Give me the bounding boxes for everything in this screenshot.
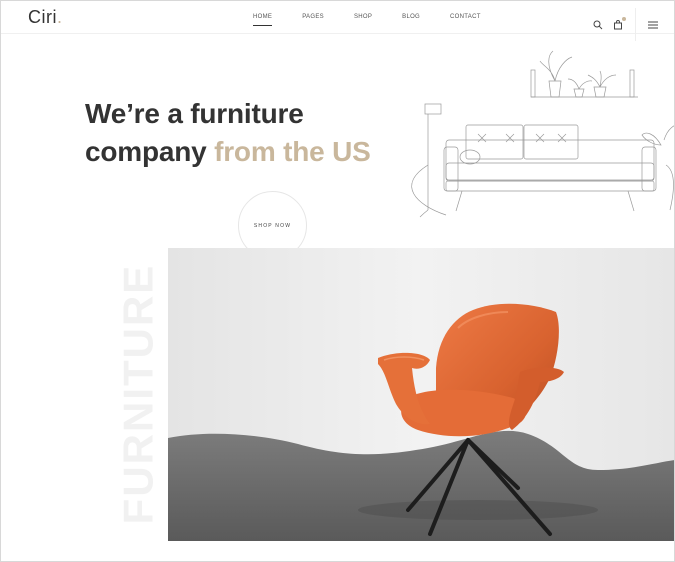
hero-image-chair [168, 248, 674, 541]
menu-icon[interactable] [644, 16, 662, 34]
vertical-furniture-text: FURNITURE [114, 263, 161, 525]
hero-line-2: company [85, 136, 215, 167]
hero-line-1: We’re a furniture [85, 98, 304, 129]
nav-blog[interactable]: BLOG [396, 12, 426, 22]
site-header: Ciri. HOME PAGES SHOP BLOG CONTACT [1, 1, 674, 41]
page-frame: Ciri. HOME PAGES SHOP BLOG CONTACT We’re… [0, 0, 675, 562]
header-actions [589, 8, 662, 41]
logo[interactable]: Ciri. [28, 7, 63, 28]
logo-text: Ciri [28, 7, 57, 27]
logo-dot: . [57, 7, 63, 27]
nav-home[interactable]: HOME [247, 12, 278, 26]
cart-icon[interactable] [609, 16, 627, 34]
main-nav: HOME PAGES SHOP BLOG CONTACT [247, 12, 505, 26]
cart-badge [622, 16, 626, 21]
chair-photo-illustration [168, 248, 674, 541]
hero-accent: from the US [214, 136, 371, 167]
nav-pages[interactable]: PAGES [296, 12, 330, 22]
sofa-sketch-illustration [411, 50, 674, 218]
hero-title: We’re a furniture company from the US [85, 95, 371, 171]
nav-shop[interactable]: SHOP [348, 12, 378, 22]
nav-contact[interactable]: CONTACT [444, 12, 487, 22]
header-divider [635, 8, 636, 41]
vertical-furniture-label: FURNITURE [111, 259, 165, 529]
search-icon[interactable] [589, 16, 607, 34]
